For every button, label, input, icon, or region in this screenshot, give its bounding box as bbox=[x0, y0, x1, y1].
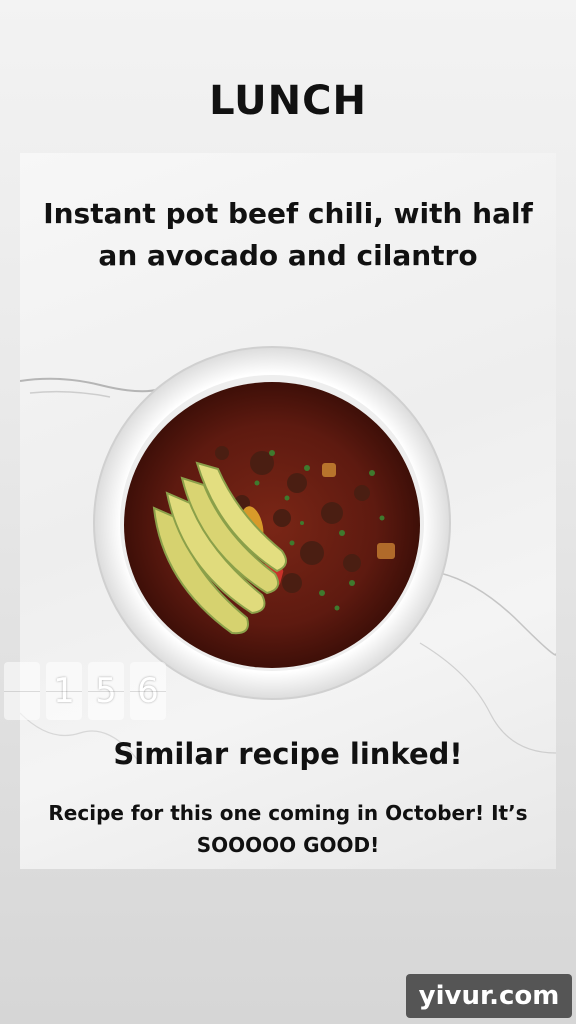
caption-bottom: Recipe for this one coming in October! I… bbox=[48, 801, 528, 857]
caption-middle: Similar recipe linked! bbox=[113, 737, 463, 771]
counter-digit: 1 bbox=[46, 662, 82, 720]
watermark: yivur.com bbox=[406, 974, 572, 1018]
chili-bowl bbox=[92, 343, 452, 703]
flip-counter: 1 5 6 bbox=[4, 662, 166, 720]
story-heading: LUNCH bbox=[209, 78, 367, 124]
counter-digit: 5 bbox=[88, 662, 124, 720]
caption-top: Instant pot beef chili, with half an avo… bbox=[43, 197, 533, 272]
counter-digit bbox=[4, 662, 40, 720]
food-photo: Instant pot beef chili, with half an avo… bbox=[20, 153, 556, 869]
counter-digit: 6 bbox=[130, 662, 166, 720]
